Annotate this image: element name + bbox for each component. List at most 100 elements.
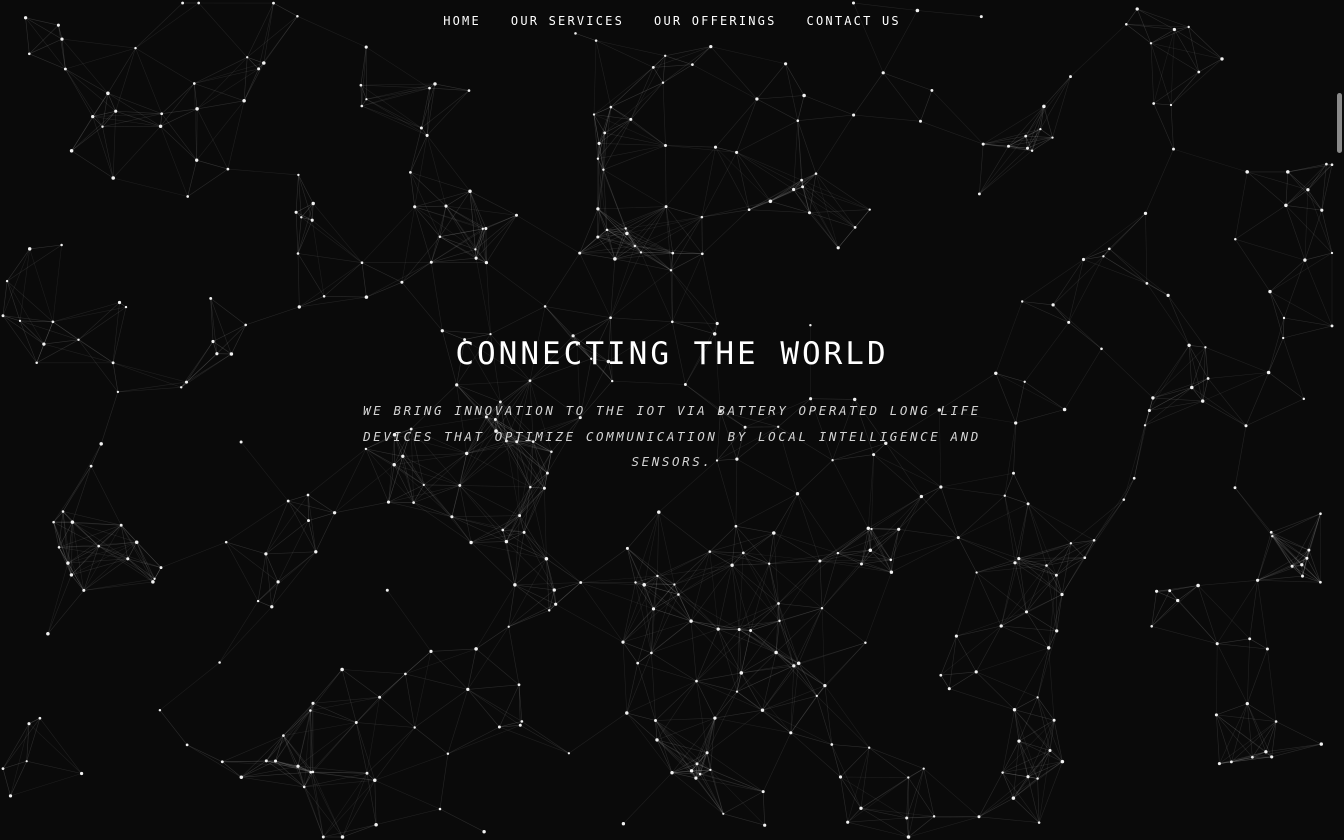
network-node <box>664 144 667 147</box>
network-link <box>469 191 487 229</box>
network-node <box>450 515 454 519</box>
network-link <box>1268 372 1304 400</box>
network-node <box>518 723 522 727</box>
network-node <box>365 98 368 101</box>
network-link <box>665 147 716 207</box>
network-node <box>186 195 190 198</box>
network-link <box>1000 574 1057 627</box>
network-node <box>694 776 698 780</box>
network-link <box>1150 43 1199 73</box>
network-link <box>853 114 921 122</box>
network-link <box>940 486 1005 496</box>
network-node <box>907 776 910 779</box>
network-link <box>1304 252 1333 261</box>
network-link <box>1013 797 1040 823</box>
network-link <box>626 712 673 773</box>
network-link <box>117 381 187 393</box>
network-link <box>908 777 935 817</box>
network-node <box>1269 530 1273 534</box>
network-node <box>1306 188 1310 192</box>
network-node <box>242 99 246 103</box>
network-link <box>312 696 380 704</box>
network-link <box>940 472 1014 488</box>
network-node <box>1143 211 1148 216</box>
network-link <box>71 126 103 152</box>
network-link <box>714 709 763 719</box>
network-link <box>723 813 765 826</box>
network-link <box>603 145 666 170</box>
network-link <box>891 537 959 573</box>
network-link <box>1018 503 1029 559</box>
network-node <box>378 695 382 699</box>
network-node <box>677 593 680 596</box>
network-link <box>426 135 447 207</box>
network-node <box>1083 556 1087 560</box>
nav-our-offerings-link[interactable]: OUR OFFERINGS <box>639 13 792 29</box>
network-node <box>975 571 978 574</box>
network-link <box>1275 721 1322 745</box>
network-node <box>386 500 391 504</box>
network-link <box>1235 238 1305 261</box>
network-link <box>28 723 82 774</box>
network-link <box>159 662 220 711</box>
network-link <box>658 511 710 552</box>
network-link <box>714 672 742 719</box>
network-link <box>736 691 791 734</box>
network-link <box>978 776 1029 818</box>
network-link <box>499 684 520 728</box>
network-link <box>414 727 449 754</box>
network-link <box>701 147 716 218</box>
network-node <box>930 88 934 92</box>
network-node <box>297 173 300 177</box>
network-link <box>65 68 109 94</box>
network-link <box>1144 400 1203 426</box>
network-link <box>297 253 300 307</box>
network-link <box>762 791 765 826</box>
network-link <box>640 216 703 253</box>
network-node <box>708 550 712 553</box>
network-link <box>920 90 933 122</box>
network-node <box>851 1 856 5</box>
network-node <box>484 227 488 230</box>
network-link <box>243 57 248 101</box>
network-link <box>979 147 1028 195</box>
network-node <box>868 208 871 211</box>
network-link <box>1170 104 1174 150</box>
network-node <box>1214 713 1218 717</box>
network-link <box>1271 513 1321 533</box>
network-link <box>387 590 432 652</box>
network-link <box>1052 304 1069 323</box>
nav-home-link[interactable]: HOME <box>428 13 496 29</box>
network-link <box>544 252 580 307</box>
network-link <box>840 776 848 823</box>
network-node <box>947 687 951 691</box>
network-node <box>124 305 128 309</box>
network-link <box>160 83 195 127</box>
network-link <box>1252 743 1322 758</box>
network-link <box>1068 259 1084 323</box>
network-link <box>413 502 472 543</box>
network-node <box>739 671 744 675</box>
network-link <box>797 114 854 121</box>
network-link <box>1123 425 1146 500</box>
network-node <box>101 125 104 128</box>
network-link <box>374 727 415 781</box>
network-node <box>602 168 605 171</box>
network-link <box>958 537 1016 564</box>
network-link <box>690 621 697 682</box>
network-link <box>1257 580 1321 583</box>
network-node <box>814 172 818 175</box>
network-link <box>655 680 697 721</box>
network-link <box>299 262 363 308</box>
network-link <box>837 528 872 554</box>
network-node <box>999 624 1003 628</box>
network-link <box>898 496 922 530</box>
network-link <box>738 629 742 673</box>
nav-contact-us-link[interactable]: CONTACT US <box>792 13 916 29</box>
scrollbar-thumb[interactable] <box>1337 93 1342 153</box>
network-node <box>433 82 437 86</box>
network-link <box>426 90 470 136</box>
network-node <box>755 97 759 101</box>
nav-our-services-link[interactable]: OUR SERVICES <box>496 13 639 29</box>
network-node <box>669 269 673 272</box>
